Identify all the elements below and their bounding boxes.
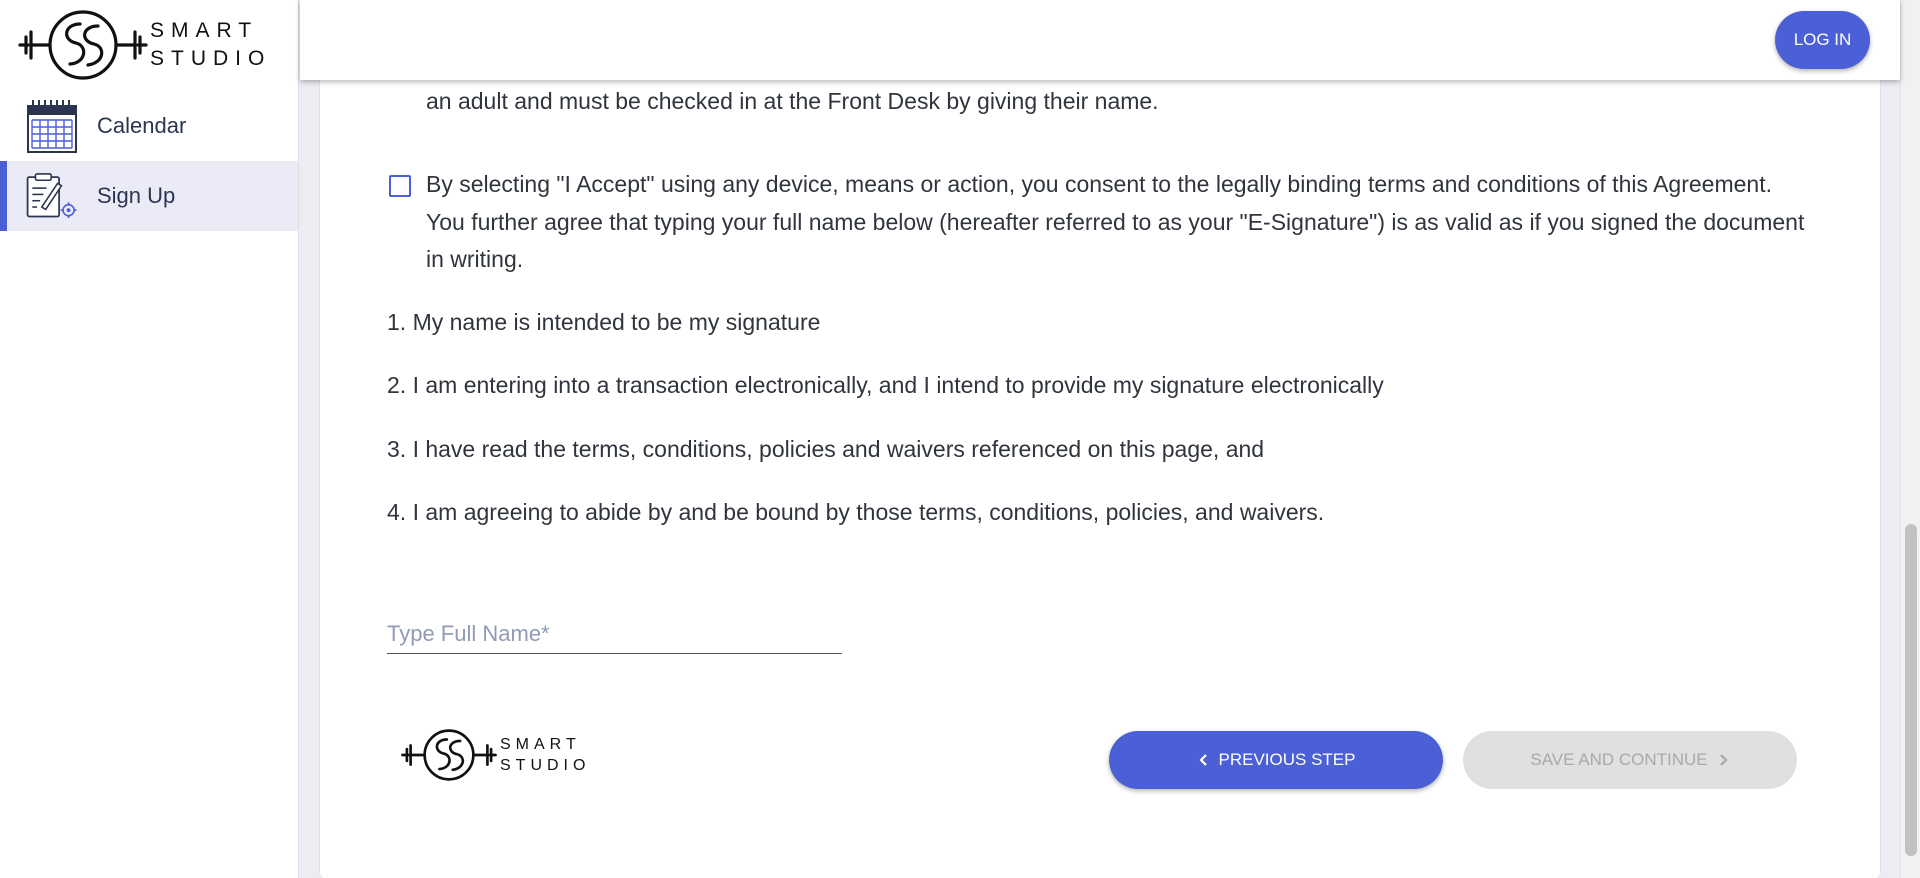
log-in-button[interactable]: LOG IN	[1775, 11, 1870, 69]
accept-terms-checkbox[interactable]	[389, 175, 411, 197]
sidebar-item-calendar[interactable]: Calendar	[0, 91, 298, 161]
chevron-left-icon	[1198, 754, 1207, 766]
brand-wordmark: SMART STUDIO	[150, 17, 271, 73]
sidebar-item-label: Calendar	[97, 113, 187, 138]
brand-line-1: SMART	[150, 19, 259, 42]
chevron-right-icon	[1719, 754, 1728, 766]
page-scrollbar[interactable]	[1900, 0, 1920, 878]
calendar-icon	[27, 100, 77, 153]
top-header: LOG IN	[300, 0, 1900, 80]
sidebar-item-label: Sign Up	[97, 183, 176, 208]
signature-statement-2: 2. I am entering into a transaction elec…	[387, 372, 1384, 398]
footer-logo: SMART STUDIO	[401, 722, 601, 788]
save-and-continue-button[interactable]: SAVE AND CONTINUE	[1463, 731, 1797, 789]
smart-studio-logo-icon	[18, 10, 148, 80]
sidebar-item-sign-up[interactable]: Sign Up	[0, 161, 298, 231]
full-name-input[interactable]	[387, 614, 842, 654]
signature-statement-3: 3. I have read the terms, conditions, po…	[387, 436, 1265, 462]
signature-statement-1: 1. My name is intended to be my signatur…	[387, 309, 821, 335]
brand-logo[interactable]: SMART STUDIO	[18, 6, 280, 84]
scrollbar-thumb[interactable]	[1905, 524, 1917, 856]
footer-brand-line-2: STUDIO	[500, 757, 591, 774]
previous-step-button[interactable]: PREVIOUS STEP	[1109, 731, 1443, 789]
save-and-continue-label: SAVE AND CONTINUE	[1530, 750, 1708, 769]
footer-wordmark: SMART STUDIO	[500, 734, 590, 776]
rules-text-partial: an adult and must be checked in at the F…	[426, 88, 1159, 114]
signature-statement-4: 4. I am agreeing to abide by and be boun…	[387, 499, 1325, 525]
brand-line-2: STUDIO	[150, 47, 272, 70]
accept-terms-text: By selecting "I Accept" using any device…	[426, 171, 1805, 272]
smart-studio-logo-icon	[401, 729, 497, 781]
previous-step-label: PREVIOUS STEP	[1218, 750, 1356, 769]
sidebar: SMART STUDIO Calendar Sign Up	[0, 0, 299, 878]
signup-clipboard-icon	[26, 173, 77, 219]
footer-brand-line-1: SMART	[500, 736, 581, 753]
